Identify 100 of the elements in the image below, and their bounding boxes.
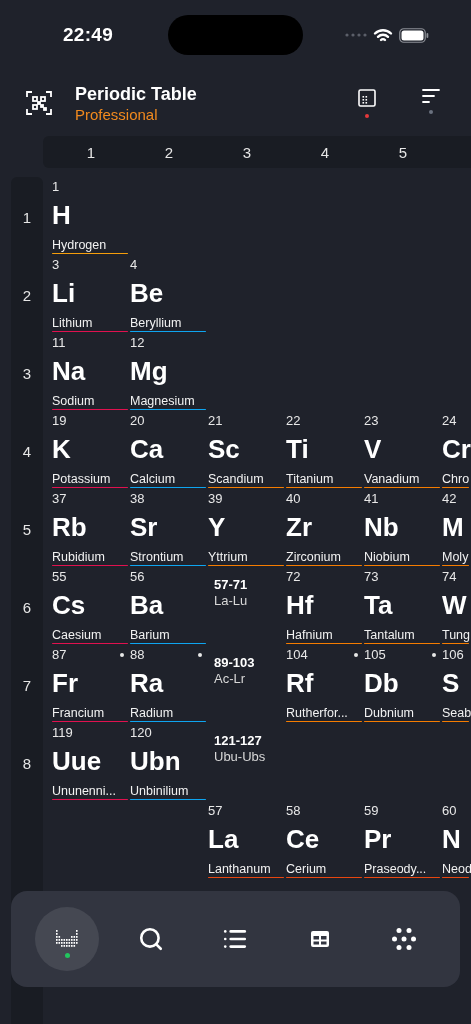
element-name: Sodium (52, 393, 95, 409)
element-symbol[interactable]: Be (130, 278, 164, 308)
atomic-number-range: 121-127 (214, 733, 262, 749)
group-number: 3 (241, 143, 253, 161)
clock-time: 22:49 (63, 24, 114, 46)
element-symbol[interactable]: La (208, 824, 239, 854)
atomic-number: 24 (442, 413, 457, 429)
element-symbol[interactable]: N (442, 824, 461, 854)
element-symbol[interactable]: Ubn (130, 746, 181, 776)
atomic-number: 22 (286, 413, 301, 429)
element-symbol[interactable]: Cr (442, 434, 471, 464)
element-name: Potassium (52, 471, 111, 487)
element-name: Radium (130, 705, 174, 721)
atomic-number: 55 (52, 569, 67, 585)
element-name: Beryllium (130, 315, 182, 331)
element-symbol[interactable]: Db (364, 668, 399, 698)
element-symbol[interactable]: Rf (286, 668, 314, 698)
element-symbol[interactable]: W (442, 590, 467, 620)
element-symbol[interactable]: Rb (52, 512, 87, 542)
period-number: 8 (22, 754, 32, 772)
atomic-number: 104 (286, 647, 308, 663)
period-number: 6 (22, 598, 32, 616)
element-name: Magnesium (130, 393, 195, 409)
element-symbol[interactable]: Ce (286, 824, 320, 854)
element-name: Tung (442, 627, 471, 643)
period-number: 5 (22, 520, 32, 538)
element-symbol[interactable]: Na (52, 356, 86, 386)
element-symbol[interactable]: Cs (52, 590, 86, 620)
element-name: Yttrium (208, 549, 248, 565)
periodic-table-icon (56, 930, 79, 948)
atomic-number: 37 (52, 491, 67, 507)
element-symbol[interactable]: Uue (52, 746, 102, 776)
element-name: Rubidium (52, 549, 105, 565)
period-number: 2 (22, 286, 32, 304)
app-title: Periodic Table (75, 82, 197, 105)
atomic-number: 41 (364, 491, 379, 507)
atomic-number: 58 (286, 803, 301, 819)
element-symbol[interactable]: Nb (364, 512, 399, 542)
element-symbol[interactable]: Ba (130, 590, 164, 620)
element-name: Neod (442, 861, 471, 877)
atomic-number: 88 (130, 647, 145, 663)
element-symbol[interactable]: H (52, 200, 71, 230)
element-symbol[interactable]: Sc (208, 434, 240, 464)
atomic-number: 21 (208, 413, 223, 429)
atomic-number: 40 (286, 491, 301, 507)
element-symbol[interactable]: Zr (286, 512, 312, 542)
element-name: Calcium (130, 471, 176, 487)
element-symbol[interactable]: M (442, 512, 464, 542)
element-symbol[interactable]: Ta (364, 590, 393, 620)
element-symbol[interactable]: Pr (364, 824, 392, 854)
element-name: Lithium (52, 315, 93, 331)
element-name: Chro (442, 471, 470, 487)
qr-code-icon[interactable] (26, 90, 52, 116)
element-symbol[interactable]: Li (52, 278, 76, 308)
period-number: 7 (22, 676, 32, 694)
element-name: Moly (442, 549, 469, 565)
atomic-number: 120 (130, 725, 152, 741)
element-symbol[interactable]: Y (208, 512, 226, 542)
calculator-button[interactable] (355, 88, 379, 118)
element-name: Caesium (52, 627, 102, 643)
symbol-range: Ubu-Ubs (214, 749, 266, 765)
group-number: 4 (319, 143, 331, 161)
atomic-number-range: 57-71 (214, 577, 248, 593)
element-symbol[interactable]: Sr (130, 512, 158, 542)
group-number: 5 (397, 143, 409, 161)
atomic-number: 12 (130, 335, 145, 351)
atomic-number-range: 89-103 (214, 655, 255, 671)
element-name: Rutherfor... (286, 705, 348, 721)
element-symbol[interactable]: Fr (52, 668, 78, 698)
element-name: Praseody... (364, 861, 427, 877)
atomic-number: 59 (364, 803, 379, 819)
element-name: Titanium (286, 471, 334, 487)
atomic-number: 73 (364, 569, 379, 585)
element-symbol[interactable]: S (442, 668, 460, 698)
element-name: Unbinilium (130, 783, 189, 799)
element-symbol[interactable]: Mg (130, 356, 168, 386)
element-symbol[interactable]: Ti (286, 434, 309, 464)
element-symbol[interactable]: Ca (130, 434, 164, 464)
element-name: Barium (130, 627, 170, 643)
element-symbol[interactable]: Ra (130, 668, 164, 698)
element-symbol[interactable]: V (364, 434, 382, 464)
element-symbol[interactable]: Hf (286, 590, 314, 620)
element-name: Niobium (364, 549, 410, 565)
signal-icon (345, 33, 367, 37)
element-name: Strontium (130, 549, 184, 565)
atomic-number: 56 (130, 569, 145, 585)
atomic-number: 3 (52, 257, 60, 273)
table-icon (310, 931, 329, 947)
atomic-number: 20 (130, 413, 145, 429)
element-symbol[interactable]: K (52, 434, 71, 464)
battery-icon (399, 27, 429, 43)
element-name: Cerium (286, 861, 327, 877)
atomic-number: 57 (208, 803, 223, 819)
symbol-range: Ac-Lr (214, 671, 246, 687)
search-icon (138, 926, 165, 952)
element-name: Vanadium (364, 471, 420, 487)
sort-icon (422, 88, 440, 103)
element-name: Ununenni... (52, 783, 116, 799)
element-name: Hafnium (286, 627, 333, 643)
wifi-icon (373, 27, 393, 43)
